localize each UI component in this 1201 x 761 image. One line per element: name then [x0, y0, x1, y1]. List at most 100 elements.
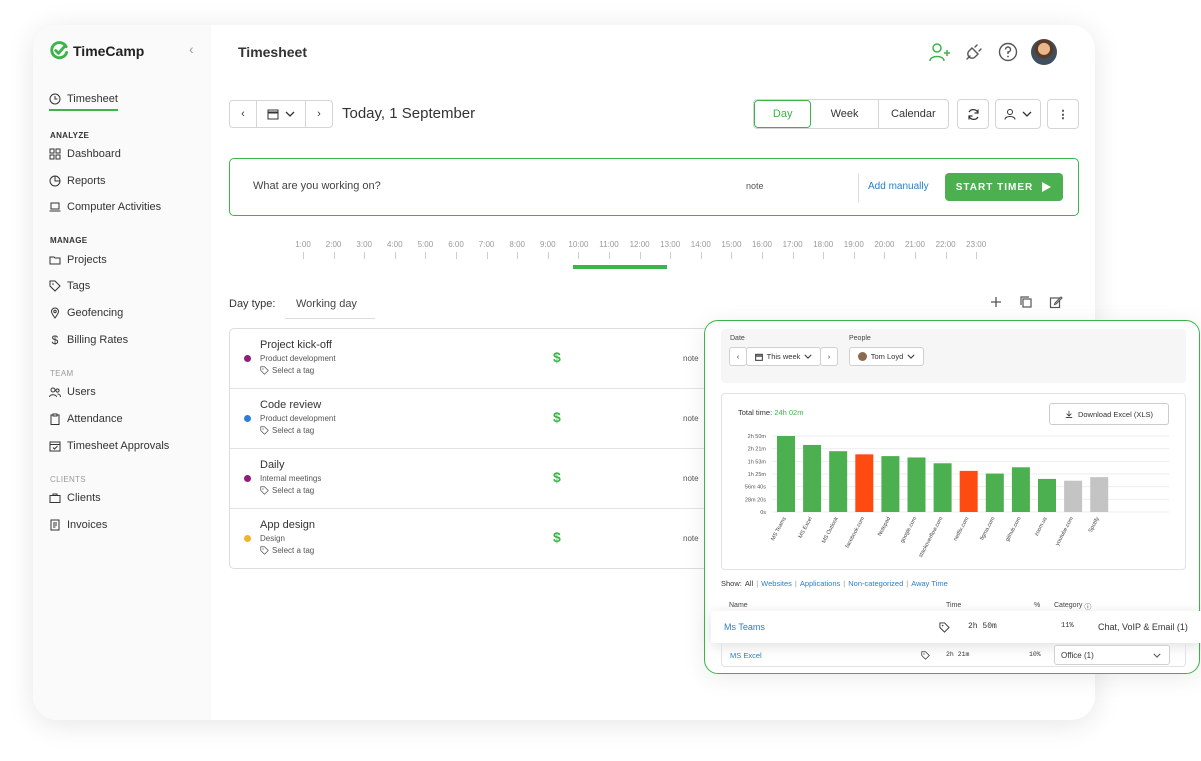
billable-icon[interactable]: $	[553, 529, 561, 545]
entry-note[interactable]: note	[683, 354, 699, 363]
day-type-select[interactable]: Working day	[285, 291, 375, 319]
section-analyze: ANALYZE	[50, 131, 90, 140]
add-user-icon[interactable]	[929, 41, 951, 63]
sidebar-item-computer-activities[interactable]: Computer Activities	[49, 201, 161, 213]
billable-icon[interactable]: $	[553, 409, 561, 425]
time-entry[interactable]: App design Design Select a tag $ note	[230, 509, 748, 568]
add-manually-link[interactable]: Add manually	[868, 181, 929, 192]
sidebar-item-attendance[interactable]: Attendance	[49, 413, 123, 425]
select-tag[interactable]: Select a tag	[260, 546, 314, 555]
time-entry[interactable]: Daily Internal meetings Select a tag $ note	[230, 449, 748, 509]
tracked-time-bar[interactable]	[573, 265, 667, 269]
hour-tick	[976, 252, 978, 259]
table-row[interactable]: Ms Teams 2h 50m 11% Chat, VoIP & Email (…	[711, 611, 1201, 643]
entry-name[interactable]: Code review	[260, 399, 321, 411]
hour-label: 22:00	[935, 240, 956, 249]
row-time: 2h 50m	[968, 622, 997, 631]
entry-note[interactable]: note	[683, 534, 699, 543]
sidebar-item-projects[interactable]: Projects	[49, 254, 107, 266]
tab-week[interactable]: Week	[811, 100, 879, 128]
avatar[interactable]	[1031, 39, 1057, 65]
entry-name[interactable]: Project kick-off	[260, 339, 332, 351]
show-option-all[interactable]: All	[745, 579, 753, 588]
tag-icon[interactable]	[939, 622, 950, 635]
sidebar-item-label: Geofencing	[67, 307, 124, 319]
hour-label: 20:00	[874, 240, 895, 249]
project-color-dot	[244, 355, 251, 362]
prev-week-button[interactable]: ‹	[729, 347, 747, 366]
chevron-right-icon: ›	[317, 108, 321, 120]
show-option-websites[interactable]: Websites	[761, 579, 792, 588]
more-options-button[interactable]: ⋮	[1047, 99, 1079, 129]
time-entry[interactable]: Code review Product development Select a t…	[230, 389, 748, 449]
note-input[interactable]: note	[746, 181, 764, 191]
sidebar-item-timesheet[interactable]: Timesheet	[49, 93, 118, 111]
y-tick-label: 1h 53m	[748, 459, 767, 465]
people-select[interactable]: Tom Loyd	[849, 347, 924, 366]
plus-icon[interactable]	[989, 295, 1003, 309]
show-option-non-categorized[interactable]: Non-categorized	[848, 579, 903, 588]
chart-bar	[855, 454, 874, 512]
sidebar-item-reports[interactable]: Reports	[49, 175, 106, 187]
tab-day[interactable]: Day	[754, 100, 812, 128]
sidebar-item-timesheet-approvals[interactable]: Timesheet Approvals	[49, 440, 169, 452]
task-input[interactable]: What are you working on?	[253, 180, 381, 192]
start-timer-button[interactable]: START TIMER	[945, 173, 1063, 201]
tag-icon[interactable]	[921, 651, 930, 662]
sidebar-item-clients[interactable]: Clients	[49, 492, 101, 504]
tab-calendar[interactable]: Calendar	[879, 100, 948, 128]
hour-tick	[364, 252, 366, 259]
plug-icon[interactable]	[963, 41, 985, 63]
select-tag[interactable]: Select a tag	[260, 486, 314, 495]
entry-name[interactable]: App design	[260, 519, 315, 531]
edit-icon[interactable]	[1049, 295, 1063, 309]
hour-label: 14:00	[690, 240, 711, 249]
chart-bar	[985, 473, 1004, 512]
pie-chart-icon	[49, 175, 61, 187]
week-picker-button[interactable]: This week	[746, 347, 821, 366]
sidebar-item-geofencing[interactable]: Geofencing	[49, 307, 123, 319]
time-entry[interactable]: Project kick-off Product development Selec…	[230, 329, 748, 389]
billable-icon[interactable]: $	[553, 469, 561, 485]
entry-project[interactable]: Design	[260, 534, 285, 543]
calendar-picker-button[interactable]	[256, 100, 306, 128]
sidebar-item-tags[interactable]: Tags	[49, 280, 90, 292]
help-icon[interactable]	[997, 41, 1019, 63]
sidebar-item-invoices[interactable]: Invoices	[49, 519, 107, 531]
x-tick-label: MS Outlook	[821, 516, 840, 544]
next-week-button[interactable]: ›	[820, 347, 838, 366]
sidebar-item-label: Users	[67, 386, 96, 398]
copy-icon[interactable]	[1019, 295, 1033, 309]
hour-tick	[670, 252, 672, 259]
sidebar-item-label: Timesheet	[67, 93, 118, 105]
collapse-sidebar-icon[interactable]: ‹	[189, 41, 194, 57]
billable-icon[interactable]: $	[553, 349, 561, 365]
entry-note[interactable]: note	[683, 474, 699, 483]
prev-day-button[interactable]: ‹	[229, 100, 257, 128]
row-app-name[interactable]: MS Excel	[730, 651, 762, 660]
entry-project[interactable]: Internal meetings	[260, 474, 321, 483]
select-tag-label: Select a tag	[272, 426, 315, 435]
entry-project[interactable]: Product development	[260, 354, 336, 363]
next-day-button[interactable]: ›	[305, 100, 333, 128]
show-option-applications[interactable]: Applications	[800, 579, 840, 588]
view-switch: Day Week Calendar	[753, 99, 949, 129]
user-filter-button[interactable]	[995, 99, 1041, 129]
sidebar-item-users[interactable]: Users	[49, 386, 96, 398]
row-category[interactable]: Chat, VoIP & Email (1)	[1098, 622, 1188, 632]
sidebar-item-billing-rates[interactable]: $ Billing Rates	[49, 333, 128, 347]
select-tag[interactable]: Select a tag	[260, 426, 314, 435]
show-option-away-time[interactable]: Away Time	[911, 579, 948, 588]
category-select[interactable]: Office (1)	[1054, 645, 1170, 665]
logo[interactable]: TimeCamp	[50, 41, 144, 60]
row-app-name[interactable]: Ms Teams	[724, 622, 765, 632]
entry-project[interactable]: Product development	[260, 414, 336, 423]
separator: |	[794, 579, 797, 588]
entry-note[interactable]: note	[683, 414, 699, 423]
table-row[interactable]: MS Excel 2h 21m 10% Office (1)	[721, 643, 1186, 667]
sidebar-item-dashboard[interactable]: Dashboard	[49, 148, 121, 160]
project-color-dot	[244, 415, 251, 422]
entry-name[interactable]: Daily	[260, 459, 284, 471]
refresh-button[interactable]	[957, 99, 989, 129]
select-tag[interactable]: Select a tag	[260, 366, 314, 375]
